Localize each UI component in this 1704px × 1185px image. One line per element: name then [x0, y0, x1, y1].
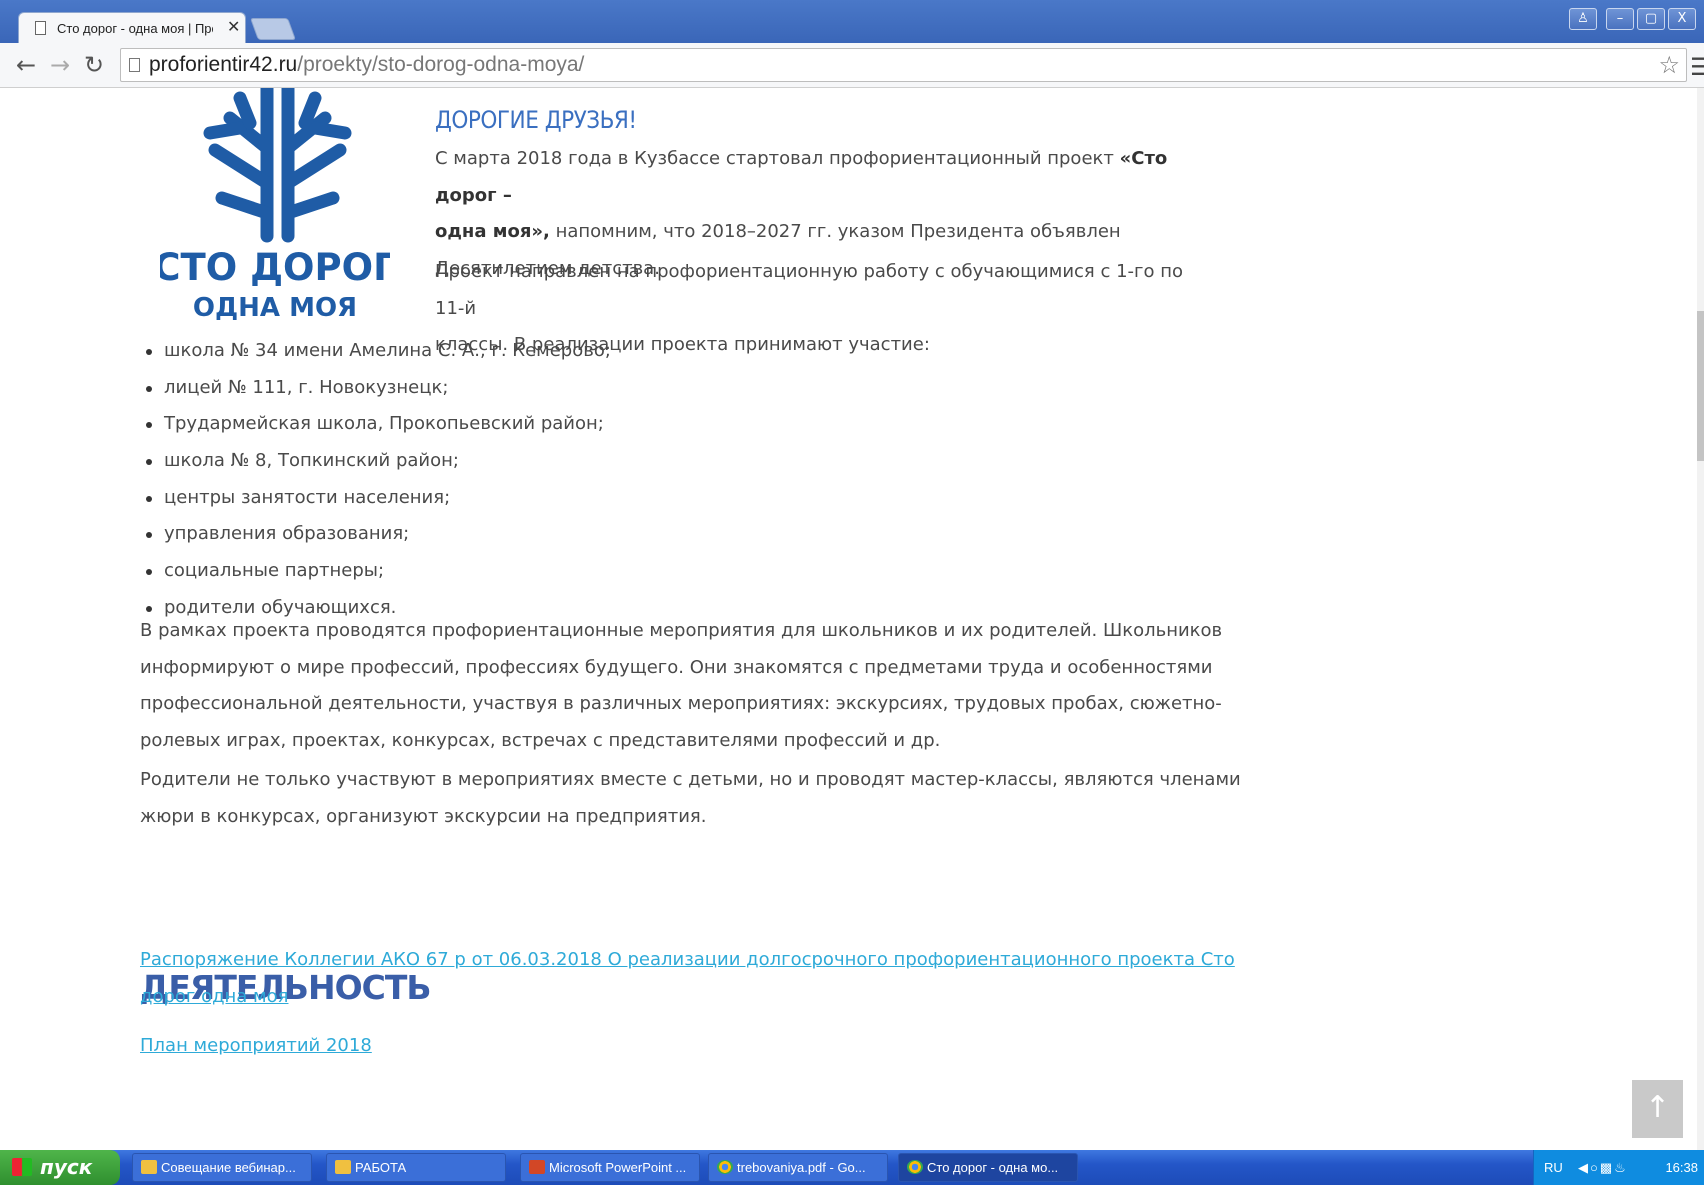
para1-line: информируют о мире профессий, профессиях…: [140, 656, 1213, 678]
decree-link[interactable]: Распоряжение Коллегии АКО 67 р от 06.03.…: [140, 941, 1260, 1015]
taskbar-item-folder[interactable]: РАБОТА: [326, 1153, 506, 1182]
intro-line1-text: С марта 2018 года в Кузбассе стартовал п…: [435, 148, 1120, 169]
project-line1: Проект направлен на профориентационную р…: [435, 261, 1184, 319]
document-icon: [35, 21, 46, 35]
page-viewport: СТО ДОРОГ ОДНА МОЯ ДОРОГИЕ ДРУЗЬЯ! С мар…: [0, 88, 1704, 1150]
windows-taskbar: пуск Совещание вебинар... РАБОТА Microso…: [0, 1150, 1704, 1185]
taskbar-item-chrome[interactable]: trebovaniya.pdf - Go...: [708, 1153, 888, 1182]
page-scrollbar[interactable]: [1697, 88, 1704, 1150]
para1-line: ролевых играх, проектах, конкурсах, встр…: [140, 729, 941, 751]
logo-title: СТО ДОРОГ: [160, 246, 390, 289]
taskbar-item-chrome-active[interactable]: Сто дорог - одна мо...: [898, 1153, 1078, 1182]
tab-title: Сто дорог - одна моя | Про: [57, 21, 213, 36]
decree-link-line1: Распоряжение Коллегии АКО 67 р от 06.03.…: [140, 949, 1235, 970]
scroll-to-top-button[interactable]: ↑: [1632, 1080, 1683, 1138]
para1-line: В рамках проекта проводятся профориентац…: [140, 620, 1223, 641]
new-tab-button[interactable]: [249, 18, 297, 40]
page-icon: [129, 58, 140, 72]
user-profile-button[interactable]: ♙: [1569, 8, 1597, 30]
list-item: управления образования;: [146, 516, 611, 553]
para1-line: профессиональной деятельности, участвуя …: [140, 693, 1222, 714]
scrollbar-thumb[interactable]: [1697, 311, 1704, 461]
url-text[interactable]: proforientir42.ru/proekty/sto-dorog-odna…: [149, 53, 584, 77]
events-plan-link[interactable]: План мероприятий 2018: [140, 1027, 372, 1064]
list-item: Трудармейская школа, Прокопьевский район…: [146, 406, 611, 443]
para2-line: Родители не только участвуют в мероприят…: [140, 769, 1241, 790]
logo-subtitle: ОДНА МОЯ: [193, 293, 357, 323]
browser-toolbar: ← → ↻ proforientir42.ru/proekty/sto-doro…: [0, 43, 1704, 88]
start-label: пуск: [40, 1155, 93, 1179]
list-item: лицей № 111, г. Новокузнецк;: [146, 370, 611, 407]
project-logo: СТО ДОРОГ ОДНА МОЯ: [160, 88, 390, 323]
taskbar-item-label: Microsoft PowerPoint ...: [549, 1160, 687, 1175]
project-name-bold-2: одна моя»,: [435, 221, 550, 242]
list-item: социальные партнеры;: [146, 553, 611, 590]
minimize-button[interactable]: –: [1606, 8, 1634, 30]
para2-line: жюри в конкурсах, организуют экскурсии н…: [140, 805, 707, 827]
address-bar[interactable]: proforientir42.ru/proekty/sto-dorog-odna…: [120, 48, 1687, 82]
window-titlebar: Сто дорог - одна моя | Про ✕ ♙ – ▢ X: [0, 0, 1704, 43]
chrome-icon: [907, 1160, 923, 1174]
greeting-heading: ДОРОГИЕ ДРУЗЬЯ!: [435, 106, 637, 134]
forward-arrow-icon[interactable]: →: [50, 51, 70, 79]
close-window-button[interactable]: X: [1668, 8, 1696, 30]
chrome-icon: [717, 1160, 733, 1174]
taskbar-item-label: Совещание вебинар...: [161, 1160, 296, 1175]
taskbar-item-powerpoint[interactable]: Microsoft PowerPoint ...: [520, 1153, 700, 1182]
language-indicator[interactable]: RU: [1544, 1150, 1563, 1185]
folder-icon: [335, 1160, 351, 1174]
list-item: центры занятости населения;: [146, 480, 611, 517]
list-item: школа № 34 имени Амелина С. А., г. Кемер…: [146, 333, 611, 370]
parents-paragraph: Родители не только участвуют в мероприят…: [140, 762, 1260, 835]
hamburger-menu-icon[interactable]: ☰: [1690, 53, 1704, 81]
participants-list: школа № 34 имени Амелина С. А., г. Кемер…: [146, 333, 611, 627]
star-icon[interactable]: ☆: [1658, 51, 1680, 79]
url-host: proforientir42.ru: [149, 53, 298, 76]
start-button[interactable]: пуск: [0, 1150, 120, 1185]
arrow-up-icon: ↑: [1644, 1090, 1671, 1125]
tray-icons[interactable]: ◀○▩♨: [1578, 1150, 1628, 1185]
browser-tab-active[interactable]: Сто дорог - одна моя | Про ✕: [18, 12, 246, 43]
url-path: /proekty/sto-dorog-odna-moya/: [297, 53, 585, 76]
folder-icon: [141, 1160, 157, 1174]
decree-link-line2: дорог одна моя: [140, 986, 289, 1007]
windows-flag-icon: [12, 1158, 32, 1176]
intro-line2-text: напомним, что 2018–2027 гг. указом Прези…: [549, 221, 1121, 242]
taskbar-item-label: РАБОТА: [355, 1160, 407, 1175]
back-arrow-icon[interactable]: ←: [16, 51, 36, 79]
system-tray: RU ◀○▩♨ 16:38: [1533, 1150, 1704, 1185]
taskbar-item-folder[interactable]: Совещание вебинар...: [132, 1153, 312, 1182]
activities-paragraph: В рамках проекта проводятся профориентац…: [140, 613, 1260, 759]
list-item: школа № 8, Топкинский район;: [146, 443, 611, 480]
window-controls: ♙ – ▢ X: [1569, 8, 1696, 30]
powerpoint-icon: [529, 1160, 545, 1174]
maximize-button[interactable]: ▢: [1637, 8, 1665, 30]
taskbar-item-label: trebovaniya.pdf - Go...: [737, 1160, 866, 1175]
reload-icon[interactable]: ↻: [84, 51, 104, 79]
taskbar-item-label: Сто дорог - одна мо...: [927, 1160, 1059, 1175]
clock[interactable]: 16:38: [1665, 1150, 1698, 1185]
tab-close-icon[interactable]: ✕: [227, 17, 240, 36]
